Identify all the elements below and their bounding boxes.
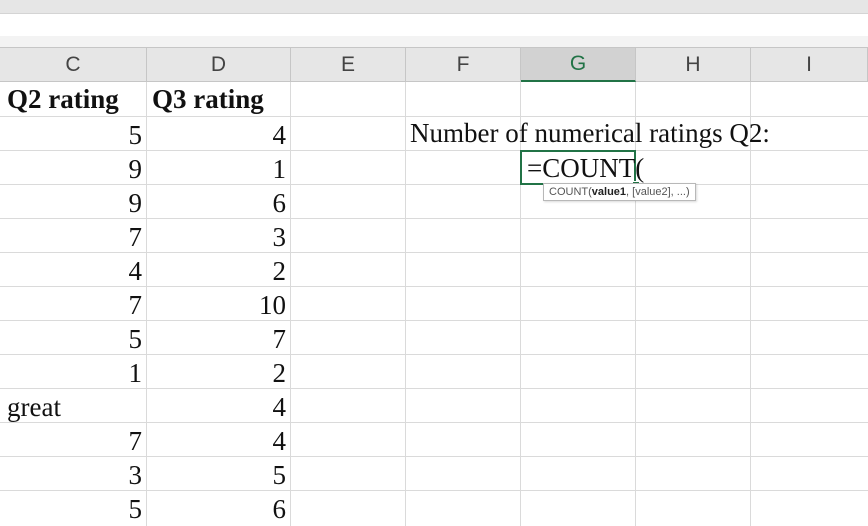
cell-d[interactable]: 6 [147,186,287,220]
cell-d[interactable]: 2 [147,254,287,288]
cell-c[interactable]: 5 [0,492,143,526]
cell-d[interactable]: 4 [147,390,287,424]
cell-d[interactable]: 4 [147,424,287,458]
cell-c[interactable]: 9 [0,152,143,186]
cell-c[interactable]: 5 [0,118,143,152]
column-header-f[interactable]: F [406,48,521,82]
cell-d[interactable]: 5 [147,458,287,492]
cell-c[interactable]: great [7,390,61,424]
cell-c[interactable]: 7 [0,288,143,322]
gridline-vertical [405,82,406,526]
column-header-d[interactable]: D [147,48,291,82]
cell-d[interactable]: 1 [147,152,287,186]
tooltip-argument-rest: , [value2], ...) [626,186,690,198]
header-cell-q3[interactable]: Q3 rating [152,82,264,116]
cell-c[interactable]: 9 [0,186,143,220]
formula-input[interactable]: =COUNT( [527,151,644,185]
column-header-e[interactable]: E [291,48,406,82]
tooltip-function-name: COUNT( [549,186,592,198]
cell-d[interactable]: 7 [147,322,287,356]
cell-c[interactable]: 5 [0,322,143,356]
cell-c[interactable]: 1 [0,356,143,390]
cell-c[interactable]: 7 [0,220,143,254]
column-header-h[interactable]: H [636,48,751,82]
tooltip-argument-current: value1 [591,186,627,198]
label-cell[interactable]: Number of numerical ratings Q2: [410,116,770,150]
worksheet-grid[interactable]: C D E F G H I Q2 rating Q3 rating 549196… [0,36,868,526]
header-strip [0,36,868,48]
cell-c[interactable]: 7 [0,424,143,458]
formula-bar-area[interactable] [0,14,868,36]
active-cell-g[interactable]: =COUNT( [520,150,644,185]
header-cell-q2[interactable]: Q2 rating [7,82,119,116]
cell-c[interactable]: 3 [0,458,143,492]
cell-d[interactable]: 2 [147,356,287,390]
column-header-c[interactable]: C [0,48,147,82]
column-header-i[interactable]: I [751,48,868,82]
ribbon-edge [0,0,868,14]
cell-d[interactable]: 4 [147,118,287,152]
column-header-g[interactable]: G [521,48,636,82]
cell-d[interactable]: 10 [147,288,286,322]
cell-d[interactable]: 6 [147,492,287,526]
cell-c[interactable]: 4 [0,254,143,288]
function-tooltip[interactable]: COUNT(value1, [value2], ...) [543,183,696,201]
cell-d[interactable]: 3 [147,220,287,254]
gridline-horizontal [0,422,868,423]
gridline-vertical [290,82,291,526]
